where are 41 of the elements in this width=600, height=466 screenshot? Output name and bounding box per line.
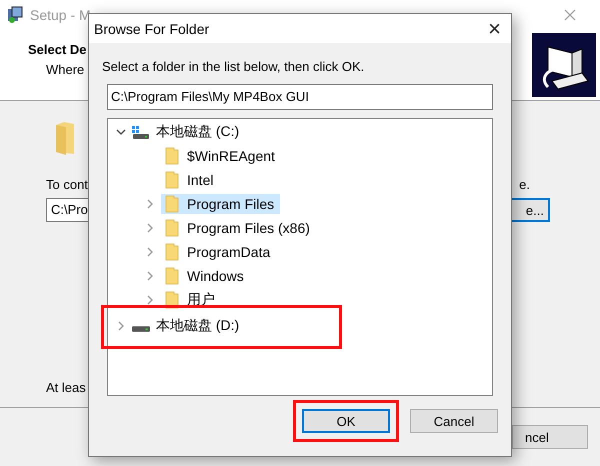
folder-icon <box>165 147 179 165</box>
collapsed-chevron-icon[interactable] <box>145 247 155 257</box>
tree-item[interactable]: 本地磁盘 (D:) <box>156 317 240 335</box>
computer-install-icon <box>532 33 596 97</box>
tree-item[interactable]: 用户 <box>187 291 215 309</box>
tree-item[interactable]: 本地磁盘 (C:) <box>156 123 240 141</box>
system-drive-icon <box>132 126 150 138</box>
close-button[interactable]: × <box>488 16 501 42</box>
collapsed-chevron-icon[interactable] <box>145 295 155 305</box>
folder-icon <box>165 195 179 213</box>
tree-item[interactable]: $WinREAgent <box>187 148 275 164</box>
tree-item[interactable]: Program Files (x86) <box>187 220 310 236</box>
instruction-text: To cont <box>46 176 88 192</box>
tree-item[interactable]: Windows <box>187 268 244 284</box>
installer-icon <box>6 6 24 24</box>
disk-space-note: At leas <box>46 380 87 395</box>
cancel-button[interactable]: Cancel <box>410 409 498 433</box>
browse-button[interactable]: e... <box>512 198 550 222</box>
page-subheading: Where <box>45 62 86 77</box>
folder-icon <box>165 243 179 261</box>
folder-icon <box>54 121 76 155</box>
collapsed-chevron-icon[interactable] <box>145 223 155 233</box>
cancel-button[interactable]: ncel <box>512 425 588 449</box>
collapsed-chevron-icon[interactable] <box>116 321 126 331</box>
drive-icon <box>132 326 150 332</box>
tree-item[interactable]: Intel <box>187 172 214 188</box>
path-field[interactable]: C:\Pro <box>46 198 88 222</box>
instruction-text: e. <box>519 176 530 192</box>
dialog-instruction: Select a folder in the list below, then click OK. <box>102 59 366 74</box>
folder-path-field[interactable]: C:\Program Files\My MP4Box GUI <box>107 84 493 110</box>
collapsed-chevron-icon[interactable] <box>145 199 155 209</box>
close-icon[interactable] <box>564 9 576 21</box>
tree-item[interactable]: ProgramData <box>187 244 270 260</box>
folder-icon <box>165 267 179 285</box>
folder-icon <box>165 171 179 189</box>
page-heading: Select De <box>28 42 87 57</box>
collapsed-chevron-icon[interactable] <box>145 271 155 281</box>
folder-icon <box>165 219 179 237</box>
dialog-title: Browse For Folder <box>94 20 210 36</box>
expanded-chevron-icon[interactable] <box>116 127 126 137</box>
ok-button[interactable]: OK <box>302 409 390 433</box>
